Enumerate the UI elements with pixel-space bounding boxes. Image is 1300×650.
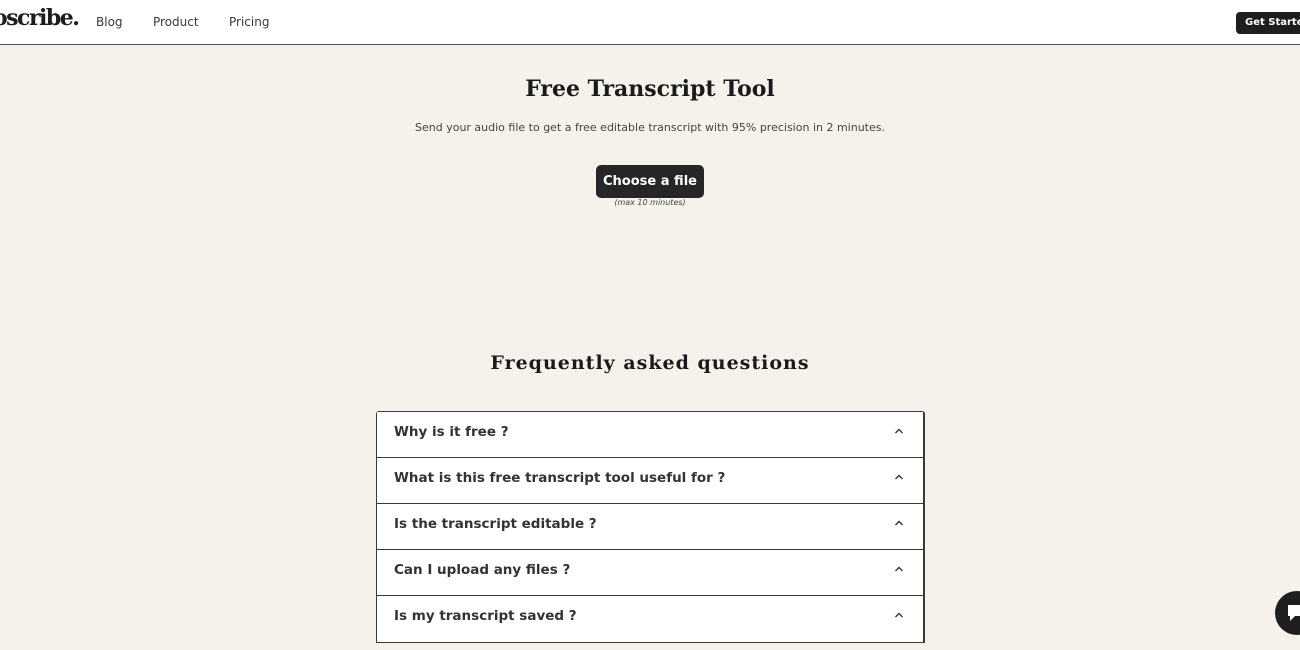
nav-link-pricing[interactable]: Pricing — [229, 15, 269, 29]
faq-list: Why is it free ? What is this free trans… — [376, 411, 925, 643]
page-title: Free Transcript Tool — [525, 76, 775, 102]
choose-file-button[interactable]: Choose a file — [596, 165, 704, 198]
chat-widget-button[interactable] — [1275, 591, 1300, 635]
faq-heading: Frequently asked questions — [490, 352, 810, 374]
faq-question: Can I upload any files ? — [394, 562, 571, 578]
chevron-up-icon — [895, 520, 903, 526]
faq-item[interactable]: Can I upload any files ? — [377, 550, 923, 596]
faq-question: Why is it free ? — [394, 424, 509, 440]
brand-logo[interactable]: oscribe. — [0, 5, 80, 31]
chevron-up-icon — [895, 612, 903, 618]
faq-item[interactable]: What is this free transcript tool useful… — [377, 458, 923, 504]
nav-link-blog[interactable]: Blog — [96, 15, 123, 29]
faq-item[interactable]: Why is it free ? — [377, 412, 923, 458]
faq-item[interactable]: Is my transcript saved ? — [377, 596, 923, 643]
get-started-button[interactable]: Get Started — [1236, 12, 1300, 34]
faq-item[interactable]: Is the transcript editable ? — [377, 504, 923, 550]
chevron-up-icon — [895, 428, 903, 434]
faq-question: Is my transcript saved ? — [394, 608, 577, 624]
chevron-up-icon — [895, 566, 903, 572]
faq-question: What is this free transcript tool useful… — [394, 470, 726, 486]
nav-link-product[interactable]: Product — [153, 15, 199, 29]
page-subtitle: Send your audio file to get a free edita… — [415, 121, 885, 134]
faq-question: Is the transcript editable ? — [394, 516, 597, 532]
chevron-up-icon — [895, 474, 903, 480]
top-navigation-bar: oscribe. Blog Product Pricing Get Starte… — [0, 0, 1300, 45]
chat-bubble-icon — [1288, 605, 1300, 621]
max-duration-note: (max 10 minutes) — [614, 198, 686, 207]
